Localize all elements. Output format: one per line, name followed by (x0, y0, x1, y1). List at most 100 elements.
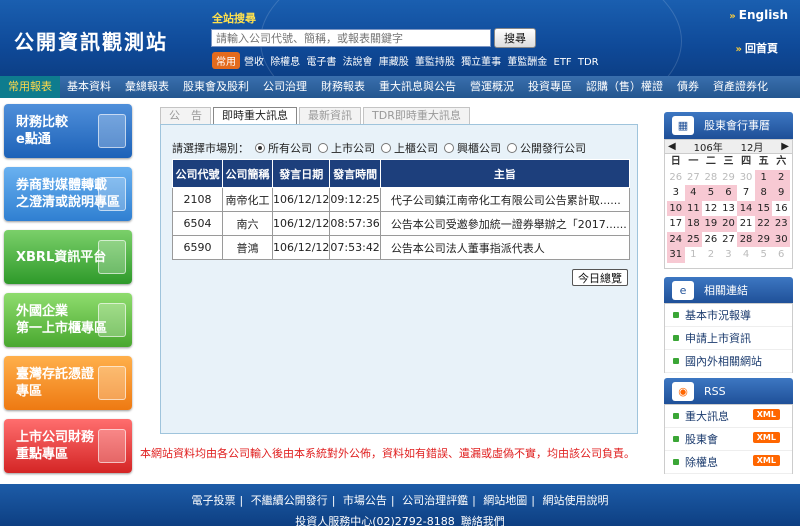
banner-financial-compare[interactable]: 財務比較 e點通 (4, 104, 132, 158)
rss-shareholders-meeting[interactable]: 股東會 XML (665, 428, 792, 451)
footer-link-discontinue[interactable]: 不繼續公開發行 (247, 494, 332, 507)
radio-otc[interactable] (381, 143, 391, 153)
calendar-day[interactable]: 25 (684, 231, 703, 247)
calendar-day[interactable]: 15 (754, 200, 773, 216)
calendar-day[interactable]: 20 (719, 216, 738, 232)
calendar-day[interactable]: 5 (702, 185, 720, 201)
radio-listed-label[interactable]: 上市公司 (331, 140, 375, 156)
common-link-tdr[interactable]: TDR (578, 57, 599, 68)
certificate-icon (98, 366, 126, 400)
calendar-day[interactable]: 22 (754, 216, 773, 232)
english-link[interactable]: » English (729, 8, 788, 22)
nav-operations[interactable]: 營運概況 (463, 76, 521, 98)
tab-announcements[interactable]: 公 告 (160, 107, 211, 124)
radio-emerging-label[interactable]: 興櫃公司 (457, 140, 501, 156)
xml-badge[interactable]: XML (752, 432, 780, 443)
calendar-day[interactable]: 30 (772, 231, 790, 247)
calendar-prev-icon[interactable]: ◀ (668, 141, 676, 152)
calendar-day: 26 (669, 171, 683, 183)
site-logo[interactable]: 公開資訊觀測站 (14, 26, 168, 55)
calendar-next-icon[interactable]: ▶ (781, 141, 789, 152)
calendar-day[interactable]: 18 (684, 216, 703, 232)
radio-otc-label[interactable]: 上櫃公司 (394, 140, 438, 156)
nav-financial-reports[interactable]: 財務報表 (314, 76, 372, 98)
related-link-market-report[interactable]: 基本市況報導 (665, 304, 792, 327)
related-link-external-sites[interactable]: 國內外相關網站 (665, 350, 792, 373)
table-row[interactable]: 6590 普鴻 106/12/12 07:53:42 公告本公司法人董事指派代表… (172, 235, 631, 260)
banner-tdr[interactable]: 臺灣存託憑證 專區 (4, 356, 132, 410)
common-link-investor-conf[interactable]: 法說會 (343, 57, 373, 68)
radio-emerging[interactable] (444, 143, 454, 153)
common-link-treasury[interactable]: 庫藏股 (379, 57, 409, 68)
nav-summary-reports[interactable]: 彙總報表 (118, 76, 176, 98)
today-summary-button[interactable]: 今日總覽 (572, 269, 628, 286)
footer-link-usage[interactable]: 網站使用說明 (539, 494, 613, 507)
footer-link-sitemap[interactable]: 網站地圖 (479, 494, 531, 507)
calendar-day[interactable]: 31 (667, 247, 685, 263)
related-link-listing-info[interactable]: 申請上市資訊 (665, 327, 792, 350)
banner-listed-financial[interactable]: 上市公司財務 重點專區 (4, 419, 132, 473)
calendar-day[interactable]: 19 (702, 216, 720, 232)
table-row[interactable]: 6504 南六 106/12/12 08:57:36 公告本公司受邀參加統一證券… (172, 211, 631, 236)
common-link-director-holding[interactable]: 董監持股 (415, 57, 455, 68)
calendar-day[interactable]: 24 (667, 231, 685, 247)
radio-public[interactable] (507, 143, 517, 153)
calendar-day[interactable]: 1 (754, 169, 773, 185)
nav-common-reports[interactable]: 常用報表 (0, 76, 60, 98)
calendar-day[interactable]: 23 (772, 216, 790, 232)
calendar-day[interactable]: 11 (684, 200, 703, 216)
common-link-independent-director[interactable]: 獨立董事 (461, 57, 501, 68)
nav-basic-info[interactable]: 基本資料 (60, 76, 118, 98)
tab-latest-info[interactable]: 最新資訊 (299, 107, 361, 124)
radio-all[interactable] (255, 143, 265, 153)
tab-tdr-material-info[interactable]: TDR即時重大訊息 (363, 107, 470, 124)
table-row[interactable]: 2108 南帝化工 106/12/12 09:12:25 代子公司鎮江南帝化工有… (172, 187, 631, 212)
bullet-icon (673, 335, 679, 341)
calendar-day: 12 (704, 202, 718, 214)
calendar-day[interactable]: 28 (737, 231, 755, 247)
banner-foreign-companies[interactable]: 外國企業 第一上市櫃專區 (4, 293, 132, 347)
home-link[interactable]: » 回首頁 (736, 40, 778, 56)
calendar-day[interactable]: 8 (754, 185, 773, 201)
radio-listed[interactable] (318, 143, 328, 153)
cell-subject[interactable]: 公告本公司法人董事指派代表人 (379, 235, 631, 260)
common-link-etf[interactable]: ETF (554, 57, 572, 68)
radio-all-label[interactable]: 所有公司 (268, 140, 312, 156)
calendar-day[interactable]: 14 (737, 200, 755, 216)
tab-realtime-material-info[interactable]: 即時重大訊息 (213, 107, 297, 124)
common-link-ebook[interactable]: 電子書 (306, 57, 336, 68)
calendar-day[interactable]: 9 (772, 185, 790, 201)
rss-dividend[interactable]: 除權息 XML (665, 451, 792, 474)
banner-xbrl[interactable]: XBRL資訊平台 (4, 230, 132, 284)
banner-broker-clarification[interactable]: 券商對媒體轉載 之澄清或說明專區 (4, 167, 132, 221)
rss-material-info[interactable]: 重大訊息 XML (665, 405, 792, 428)
search-button[interactable]: 搜尋 (494, 28, 536, 48)
nav-bonds[interactable]: 債券 (670, 76, 706, 98)
cell-subject[interactable]: 代子公司鎮江南帝化工有限公司公告累計取...... (379, 187, 631, 212)
xml-badge[interactable]: XML (752, 455, 780, 466)
nav-warrants[interactable]: 認購（售）權證 (579, 76, 670, 98)
nav-corporate-governance[interactable]: 公司治理 (256, 76, 314, 98)
footer-link-evoting[interactable]: 電子投票 (187, 494, 239, 507)
nav-material-info[interactable]: 重大訊息與公告 (372, 76, 463, 98)
calendar-day[interactable]: 29 (754, 231, 773, 247)
calendar-grid: 日一二三四五六 26 27 28 29 30 1 2 3 4 5 6 7 8 9 10 11 12 13 14 15 16… (665, 154, 792, 263)
xml-badge[interactable]: XML (752, 409, 780, 420)
nav-shareholders-meeting[interactable]: 股東會及股利 (176, 76, 256, 98)
nav-investment[interactable]: 投資專區 (521, 76, 579, 98)
calendar-day[interactable]: 4 (684, 185, 703, 201)
common-link-dividend[interactable]: 除權息 (270, 57, 300, 68)
nav-securitization[interactable]: 資產證券化 (706, 76, 775, 98)
radio-public-label[interactable]: 公開發行公司 (520, 140, 586, 156)
common-link-director-pay[interactable]: 董監酬金 (507, 57, 547, 68)
calendar-day[interactable]: 2 (772, 169, 790, 185)
footer-link-governance-eval[interactable]: 公司治理評鑑 (398, 494, 472, 507)
cell-subject[interactable]: 公告本公司受邀參加統一證券舉辦之「2017...... (379, 211, 631, 236)
common-link-revenue[interactable]: 營收 (244, 57, 264, 68)
calendar-day[interactable]: 6 (719, 185, 738, 201)
col-date: 發言日期 (271, 159, 331, 188)
search-input[interactable] (211, 29, 491, 47)
calendar-day[interactable]: 10 (667, 200, 685, 216)
footer-link-market-notice[interactable]: 市場公告 (339, 494, 391, 507)
contact-us-link[interactable]: 聯絡我們 (461, 515, 505, 528)
